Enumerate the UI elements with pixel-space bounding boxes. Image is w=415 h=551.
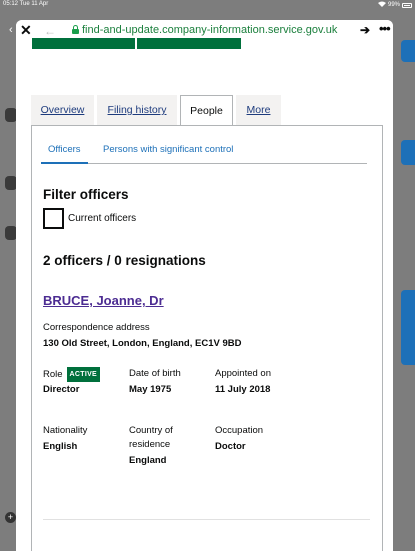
address-label: Correspondence address	[43, 322, 150, 333]
subtab-officers[interactable]: Officers	[48, 144, 81, 155]
battery-icon	[402, 2, 412, 8]
status-badge: ACTIVE	[66, 367, 101, 382]
green-action-button[interactable]	[32, 38, 135, 49]
country-value: England	[129, 455, 167, 466]
role-value: Director	[43, 384, 80, 395]
current-officers-checkbox[interactable]	[43, 208, 64, 229]
tab-filing-history[interactable]: Filing history	[97, 95, 177, 126]
browser-sheet: ✕ ← find-and-update.company-information.…	[16, 20, 393, 551]
checkbox-label[interactable]: Current officers	[68, 213, 136, 224]
officers-count-heading: 2 officers / 0 resignations	[43, 253, 206, 268]
nationality-label: Nationality	[43, 425, 88, 436]
forward-arrow-icon[interactable]: ➔	[360, 23, 370, 37]
background-message-bubble	[401, 40, 415, 62]
background-plus-icon: +	[5, 512, 16, 523]
background-back-icon: ‹	[9, 24, 13, 36]
tab-label: More	[246, 104, 271, 116]
tab-overview[interactable]: Overview	[31, 95, 94, 126]
tab-more[interactable]: More	[236, 95, 281, 126]
subtab-psc[interactable]: Persons with significant control	[103, 144, 233, 155]
background-message-bubble	[401, 140, 415, 165]
occupation-label: Occupation	[215, 425, 264, 436]
status-indicators: 99%	[377, 1, 412, 9]
tab-label: Filing history	[107, 104, 167, 116]
tab-people[interactable]: People	[180, 95, 233, 127]
tab-label: Overview	[40, 104, 85, 116]
company-tabs: Overview Filing history People More	[31, 95, 371, 127]
lock-icon	[72, 25, 79, 34]
background-message-bubble	[401, 290, 415, 365]
filter-heading: Filter officers	[43, 187, 129, 202]
subtab-active-indicator	[41, 162, 88, 164]
dob-value: May 1975	[129, 384, 172, 395]
green-action-button[interactable]	[137, 38, 241, 49]
nationality-value: English	[43, 441, 78, 452]
role-label: Role ACTIVE	[43, 367, 101, 382]
appointed-value: 11 July 2018	[215, 384, 271, 395]
officer-name-link[interactable]: BRUCE, Joanne, Dr	[43, 293, 164, 308]
role-label-text: Role	[43, 369, 63, 380]
record-divider	[43, 519, 370, 520]
status-bar: 05:12 Tue 11 Apr 99%	[0, 0, 415, 10]
back-arrow-icon[interactable]: ←	[44, 24, 56, 38]
subtabs-divider	[41, 163, 367, 164]
address-value: 130 Old Street, London, England, EC1V 9B…	[43, 338, 242, 349]
country-label-line1: Country of	[129, 425, 173, 436]
tab-label: People	[190, 105, 223, 117]
url-address[interactable]: find-and-update.company-information.serv…	[82, 24, 337, 36]
more-menu-icon[interactable]: •••	[379, 21, 391, 36]
country-label-line2: residence	[129, 439, 171, 450]
wifi-icon	[377, 1, 386, 9]
status-time: 05:12 Tue 11 Apr	[3, 1, 49, 7]
appointed-label: Appointed on	[215, 368, 271, 379]
dob-label: Date of birth	[129, 368, 181, 379]
close-icon[interactable]: ✕	[20, 22, 32, 39]
occupation-value: Doctor	[215, 441, 246, 452]
battery-percent: 99%	[387, 2, 400, 8]
